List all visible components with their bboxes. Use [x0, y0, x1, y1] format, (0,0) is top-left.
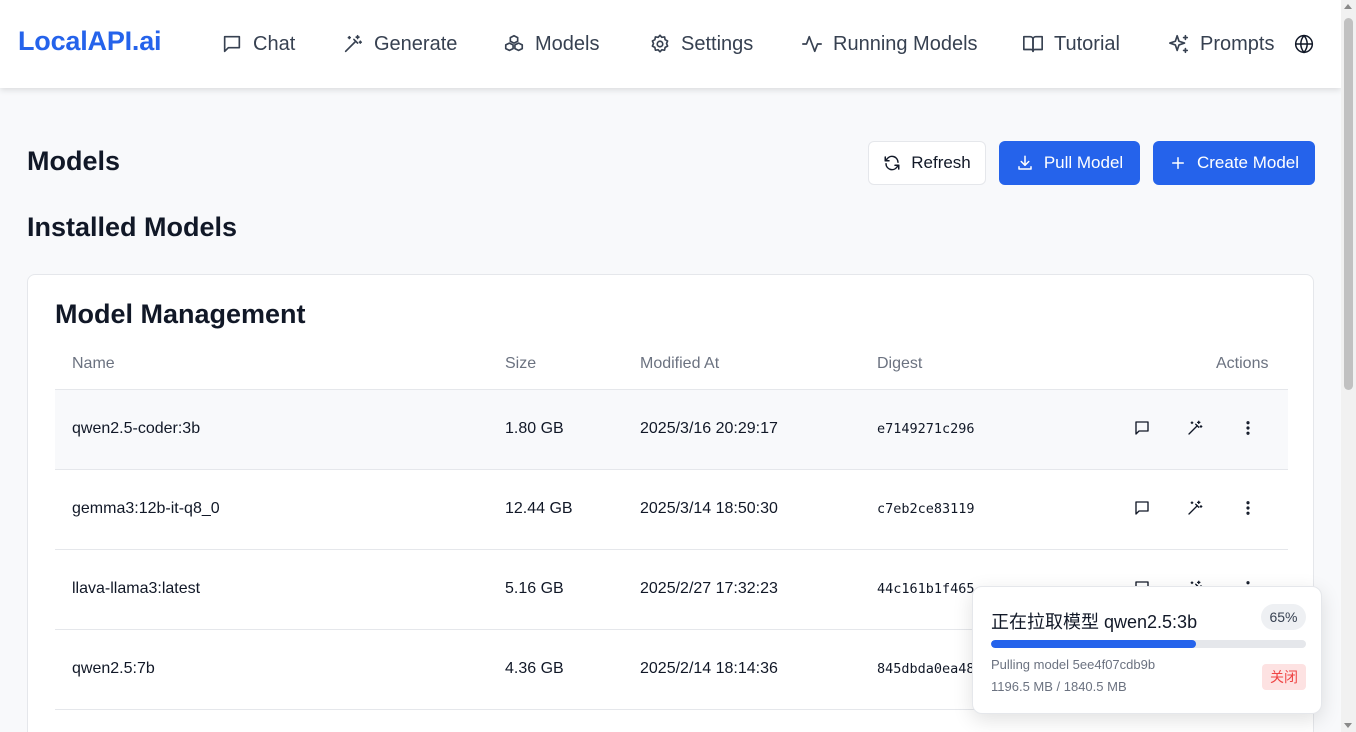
- chat-action-button[interactable]: [1133, 419, 1153, 439]
- card-title: Model Management: [55, 299, 306, 329]
- gear-icon: [651, 34, 669, 53]
- activity-icon: [802, 35, 822, 53]
- section-title: Installed Models: [27, 212, 238, 242]
- table-row[interactable]: qwen2.5-coder:3b 1.80 GB 2025/3/16 20:29…: [55, 390, 1288, 470]
- progress-bar: [991, 640, 1306, 648]
- pull-bytes-text: 1196.5 MB / 1840.5 MB: [991, 679, 1127, 694]
- scroll-up-arrow[interactable]: [1344, 4, 1352, 9]
- generate-action-button[interactable]: [1186, 419, 1206, 439]
- nav-running-models-label: Running Models: [833, 32, 978, 55]
- nav-chat[interactable]: Chat: [221, 30, 295, 58]
- model-size: 5.16 GB: [505, 580, 564, 597]
- nav-prompts[interactable]: Prompts: [1168, 30, 1274, 58]
- model-name: gemma3:12b-it-q8_0: [72, 500, 220, 517]
- pull-model-label: Pull Model: [1043, 153, 1124, 172]
- column-header-modified: Modified At: [640, 355, 720, 372]
- model-size: 12.44 GB: [505, 500, 573, 517]
- more-actions-button[interactable]: [1239, 499, 1259, 519]
- plus-icon: [1171, 157, 1184, 169]
- language-button[interactable]: [1294, 34, 1314, 54]
- refresh-icon: [884, 155, 900, 171]
- column-header-digest: Digest: [877, 355, 923, 372]
- pull-progress-toast: 正在拉取模型 qwen2.5:3b 65% Pulling model 5ee4…: [972, 586, 1322, 714]
- column-header-actions: Actions: [1216, 355, 1269, 372]
- download-icon: [1018, 155, 1032, 170]
- model-digest: c7eb2ce83119: [877, 501, 975, 517]
- column-header-name: Name: [72, 355, 115, 372]
- model-modified: 2025/2/14 18:14:36: [640, 660, 778, 677]
- pull-status-text: Pulling model 5ee4f07cdb9b: [991, 657, 1156, 672]
- top-navbar: LocalAPI.ai Chat Generate Models Setting…: [0, 0, 1341, 88]
- nav-generate[interactable]: Generate: [342, 30, 457, 58]
- page-scrollbar[interactable]: [1341, 0, 1356, 732]
- more-vertical-icon: [1246, 421, 1250, 435]
- progress-percent-badge: 65%: [1261, 604, 1306, 630]
- table-row[interactable]: gemma3:12b-it-q8_0 12.44 GB 2025/3/14 18…: [55, 470, 1288, 550]
- wand-icon: [1188, 500, 1203, 515]
- refresh-label: Refresh: [911, 153, 971, 172]
- create-model-label: Create Model: [1196, 153, 1300, 172]
- nav-generate-label: Generate: [374, 32, 458, 55]
- nav-running-models[interactable]: Running Models: [801, 30, 978, 58]
- table-header: Name Size Modified At Digest Actions: [55, 339, 1288, 390]
- model-digest: 845dbda0ea48: [877, 661, 975, 677]
- boxes-icon: [504, 34, 524, 52]
- page-title: Models: [27, 146, 121, 176]
- brand-logo[interactable]: LocalAPI.ai: [18, 26, 162, 57]
- nav-chat-label: Chat: [253, 32, 296, 55]
- book-icon: [1023, 35, 1043, 53]
- model-name: qwen2.5-coder:3b: [72, 420, 201, 437]
- model-name: llava-llama3:latest: [72, 580, 201, 597]
- toast-title: 正在拉取模型 qwen2.5:3b: [991, 612, 1198, 632]
- close-toast-button[interactable]: 关闭: [1262, 664, 1306, 690]
- nav-models[interactable]: Models: [503, 30, 599, 58]
- model-modified: 2025/3/14 18:50:30: [640, 500, 778, 517]
- nav-models-label: Models: [535, 32, 600, 55]
- scroll-down-arrow[interactable]: [1344, 723, 1352, 728]
- model-size: 1.80 GB: [505, 420, 564, 437]
- chat-icon: [1135, 501, 1149, 515]
- nav-tutorial[interactable]: Tutorial: [1022, 30, 1120, 58]
- pull-model-button[interactable]: Pull Model: [999, 141, 1140, 185]
- column-header-size: Size: [505, 355, 537, 372]
- nav-tutorial-label: Tutorial: [1054, 32, 1120, 55]
- sparkles-icon: [1169, 34, 1189, 54]
- generate-action-button[interactable]: [1186, 499, 1206, 519]
- model-size: 4.36 GB: [505, 660, 564, 677]
- nav-prompts-label: Prompts: [1200, 32, 1275, 55]
- nav-settings-label: Settings: [681, 32, 754, 55]
- chat-icon: [223, 35, 241, 53]
- wand-icon: [1188, 420, 1203, 435]
- model-digest: 44c161b1f465: [877, 581, 975, 597]
- globe-icon: [1294, 34, 1314, 54]
- more-vertical-icon: [1246, 501, 1250, 515]
- model-modified: 2025/3/16 20:29:17: [640, 420, 778, 437]
- more-actions-button[interactable]: [1239, 419, 1259, 439]
- create-model-button[interactable]: Create Model: [1153, 141, 1315, 185]
- nav-settings[interactable]: Settings: [649, 30, 753, 58]
- model-modified: 2025/2/27 17:32:23: [640, 580, 778, 597]
- refresh-button[interactable]: Refresh: [868, 141, 986, 185]
- progress-bar-fill: [991, 640, 1196, 648]
- chat-icon: [1135, 421, 1149, 435]
- wand-icon: [344, 34, 363, 53]
- model-name: qwen2.5:7b: [72, 660, 155, 677]
- chat-action-button[interactable]: [1133, 499, 1153, 519]
- model-digest: e7149271c296: [877, 421, 975, 437]
- scroll-thumb[interactable]: [1344, 18, 1353, 390]
